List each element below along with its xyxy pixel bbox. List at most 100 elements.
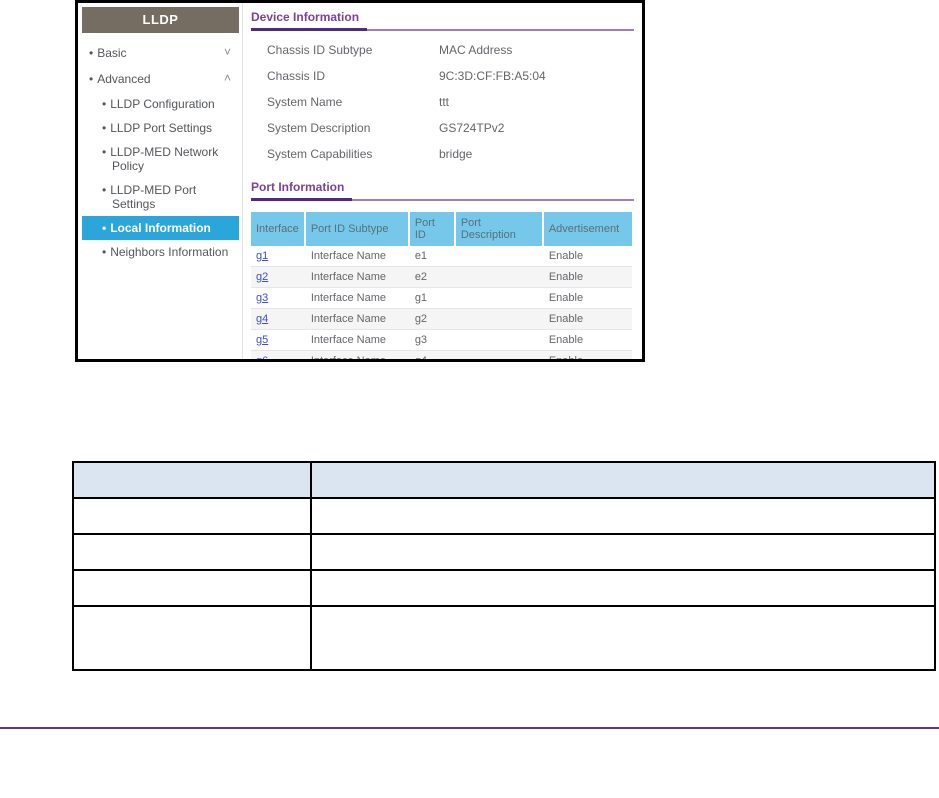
column-header-port-description: Port Description <box>455 212 544 246</box>
table-row: g4 Interface Name g2 Enable <box>251 309 632 330</box>
port-information-section: Port Information Interface Port ID Subty… <box>251 179 634 359</box>
doc-table-cell <box>310 533 936 571</box>
sidebar-item-basic[interactable]: • Basic ˅ <box>82 40 239 66</box>
column-header-port-id: Port ID <box>409 212 456 246</box>
field-label: Chassis ID <box>267 69 326 83</box>
main-content: Device Information Chassis ID Subtype MA… <box>243 3 642 359</box>
bullet-icon: • <box>102 97 107 111</box>
table-row: g1 Interface Name e1 Enable <box>251 246 632 267</box>
interface-link-g6[interactable]: g6 <box>256 355 268 359</box>
field-label: System Description <box>267 121 371 135</box>
port-id-subtype-cell: Interface Name <box>305 267 410 288</box>
doc-table-cell <box>310 497 936 535</box>
port-table-header-row: Interface Port ID Subtype Port ID Port D… <box>251 212 632 246</box>
lldp-sidebar: LLDP • Basic ˅ • Advanced ˄ • LLDP Configur… <box>78 3 243 359</box>
interface-link-g2[interactable]: g2 <box>256 271 268 283</box>
doc-table-cell <box>72 569 312 607</box>
table-row: g3 Interface Name g1 Enable <box>251 288 632 309</box>
field-label: System Capabilities <box>267 147 373 161</box>
field-chassis-id: Chassis ID 9C:3D:CF:FB:A5:04 <box>267 69 634 95</box>
bullet-icon: • <box>102 183 107 197</box>
port-id-subtype-cell: Interface Name <box>305 330 410 351</box>
ui-screenshot: LLDP • Basic ˅ • Advanced ˄ • LLDP Configur… <box>75 0 645 362</box>
table-row: g5 Interface Name g3 Enable <box>251 330 632 351</box>
sidebar-item-label: LLDP Port Settings <box>110 121 213 135</box>
table-row <box>72 497 936 535</box>
sidebar-item-advanced[interactable]: • Advanced ˄ <box>82 66 239 92</box>
doc-table-header-cell <box>310 461 936 499</box>
column-header-advertisement: Advertisement <box>543 212 632 246</box>
doc-description-table <box>72 461 936 671</box>
port-description-cell <box>455 246 544 267</box>
field-value: ttt <box>439 95 450 109</box>
sidebar-item-lldp-med-network-policy[interactable]: • LLDP-MED Network Policy <box>82 140 239 178</box>
sidebar-item-label: LLDP-MED Port Settings <box>110 183 197 211</box>
manual-page: LLDP • Basic ˅ • Advanced ˄ • LLDP Configur… <box>0 0 939 798</box>
bullet-icon: • <box>89 72 94 86</box>
field-chassis-id-subtype: Chassis ID Subtype MAC Address <box>267 43 634 69</box>
interface-link-g4[interactable]: g4 <box>256 313 268 325</box>
sidebar-item-neighbors-information[interactable]: • Neighbors Information <box>82 240 239 264</box>
advertisement-cell: Enable <box>543 330 632 351</box>
field-value: bridge <box>439 147 473 161</box>
interface-link-g1[interactable]: g1 <box>256 250 268 262</box>
doc-table-header-row <box>72 461 936 499</box>
field-value: GS724TPv2 <box>439 121 505 135</box>
port-id-cell: g4 <box>409 351 456 359</box>
port-id-subtype-cell: Interface Name <box>305 246 410 267</box>
sidebar-item-label: Advanced <box>97 72 151 86</box>
sidebar-item-lldp-med-port-settings[interactable]: • LLDP-MED Port Settings <box>82 178 239 216</box>
port-information-section-head: Port Information <box>251 179 634 201</box>
sidebar-item-label: Neighbors Information <box>110 245 229 259</box>
table-row: g2 Interface Name e2 Enable <box>251 267 632 288</box>
advertisement-cell: Enable <box>543 288 632 309</box>
footer-divider <box>0 727 939 729</box>
sidebar-item-lldp-configuration[interactable]: • LLDP Configuration <box>82 92 239 116</box>
field-system-capabilities: System Capabilities bridge <box>267 147 634 173</box>
device-information-fields: Chassis ID Subtype MAC Address Chassis I… <box>267 43 634 173</box>
bullet-icon: • <box>89 46 94 60</box>
sidebar-item-local-information[interactable]: • Local Information <box>82 216 239 240</box>
interface-link-g5[interactable]: g5 <box>256 334 268 346</box>
bullet-icon: • <box>102 145 107 159</box>
port-id-cell: g1 <box>409 288 456 309</box>
port-id-cell: g2 <box>409 309 456 330</box>
sidebar-item-lldp-port-settings[interactable]: • LLDP Port Settings <box>82 116 239 140</box>
port-id-subtype-cell: Interface Name <box>305 309 410 330</box>
doc-table-cell <box>72 605 312 671</box>
sidebar-item-label: LLDP-MED Network Policy <box>110 145 219 173</box>
doc-table-cell <box>72 533 312 571</box>
doc-table-cell <box>72 497 312 535</box>
bullet-icon: • <box>102 221 107 235</box>
sidebar-item-label: Basic <box>97 46 127 60</box>
interface-link-g3[interactable]: g3 <box>256 292 268 304</box>
doc-table-cell <box>310 569 936 607</box>
advertisement-cell: Enable <box>543 309 632 330</box>
table-row <box>72 605 936 671</box>
sidebar-menu: • Basic ˅ • Advanced ˄ • LLDP Configuration… <box>82 40 239 264</box>
advertisement-cell: Enable <box>543 267 632 288</box>
sidebar-title: LLDP <box>82 7 239 33</box>
sidebar-item-label: LLDP Configuration <box>110 97 215 111</box>
section-title-port-information: Port Information <box>251 180 353 201</box>
chevron-up-icon: ˄ <box>223 71 231 85</box>
field-label: Chassis ID Subtype <box>267 43 373 57</box>
advertisement-cell: Enable <box>543 351 632 359</box>
table-row <box>72 569 936 607</box>
field-value: MAC Address <box>439 43 513 57</box>
field-value: 9C:3D:CF:FB:A5:04 <box>439 69 546 83</box>
port-information-table: Interface Port ID Subtype Port ID Port D… <box>251 212 632 359</box>
field-label: System Name <box>267 95 343 109</box>
bullet-icon: • <box>102 121 107 135</box>
port-description-cell <box>455 330 544 351</box>
port-id-subtype-cell: Interface Name <box>305 288 410 309</box>
port-description-cell <box>455 288 544 309</box>
column-header-port-id-subtype: Port ID Subtype <box>305 212 410 246</box>
table-row: g6 Interface Name g4 Enable <box>251 351 632 359</box>
port-id-cell: e2 <box>409 267 456 288</box>
device-information-section-head: Device Information <box>251 9 634 31</box>
port-description-cell <box>455 351 544 359</box>
sidebar-item-label: Local Information <box>110 221 211 235</box>
port-description-cell <box>455 267 544 288</box>
port-id-cell: e1 <box>409 246 456 267</box>
